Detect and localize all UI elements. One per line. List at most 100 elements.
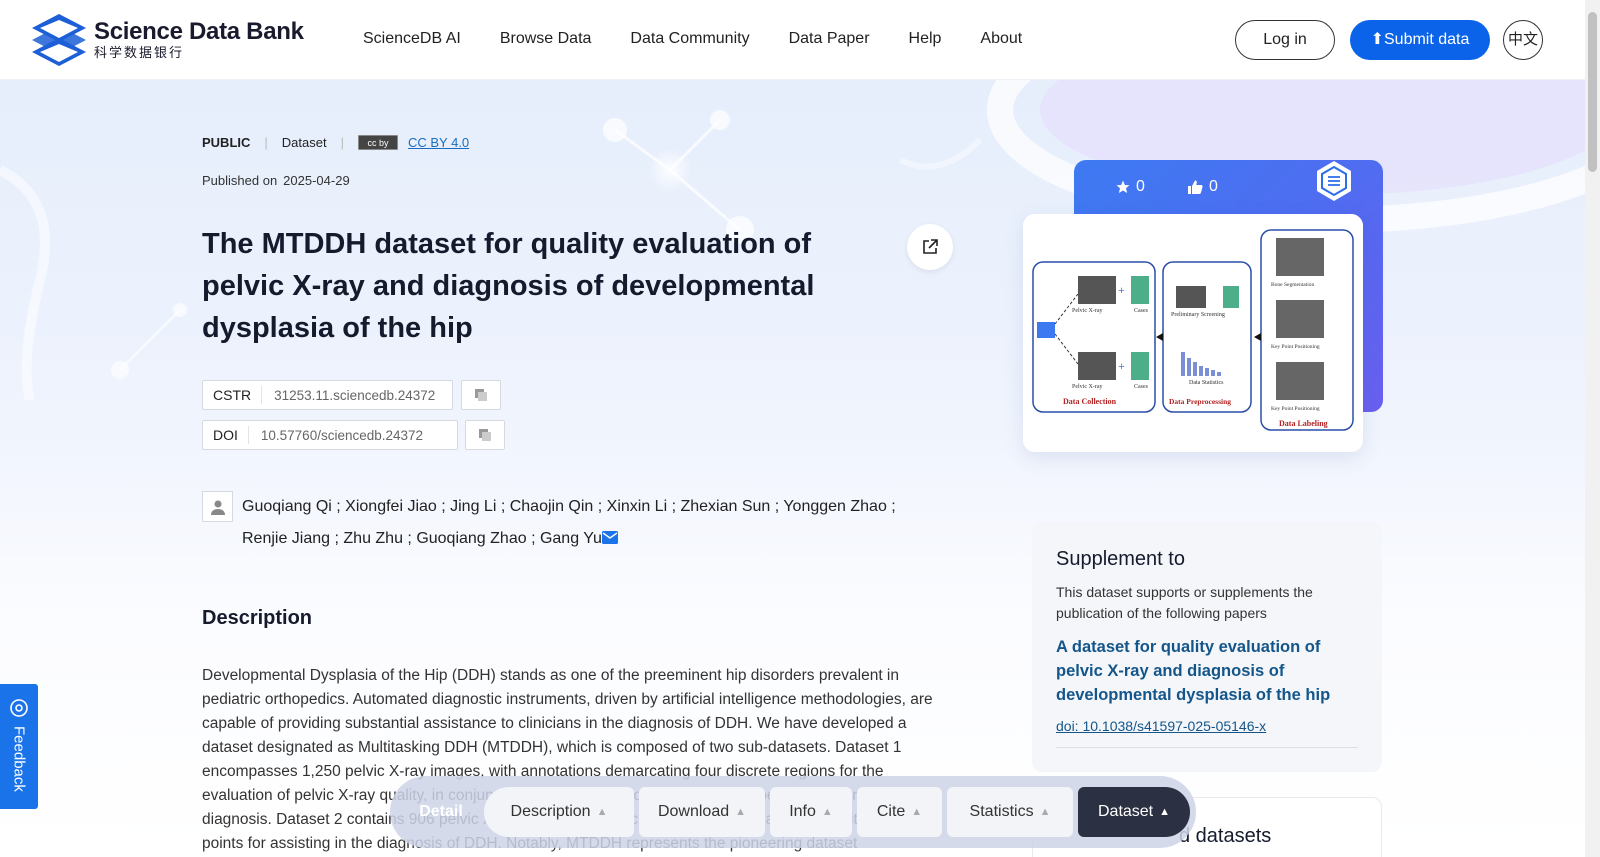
divider bbox=[1056, 747, 1358, 748]
tab-statistics[interactable]: Statistics ▲ bbox=[947, 787, 1073, 837]
cstr-label: CSTR bbox=[203, 386, 263, 404]
figure-label: Pelvic X-ray bbox=[1072, 308, 1103, 314]
chevron-up-icon: ▲ bbox=[821, 806, 833, 818]
figure-label: Cases bbox=[1134, 308, 1149, 314]
sciencedb-badge-icon bbox=[1317, 161, 1351, 201]
login-button[interactable]: Log in bbox=[1235, 20, 1335, 60]
figure-label: Cases bbox=[1134, 384, 1149, 390]
chevron-up-icon: ▲ bbox=[911, 806, 923, 818]
copy-icon bbox=[475, 389, 487, 401]
chevron-up-icon: ▲ bbox=[735, 806, 747, 818]
chevron-up-icon: ▲ bbox=[1039, 806, 1051, 818]
like-count[interactable]: 0 bbox=[1188, 178, 1218, 196]
dataset-workflow-figure: + + Pelvic X-ray Cases Pelvic X-ray Case… bbox=[1023, 214, 1363, 452]
tab-description[interactable]: Description ▲ bbox=[484, 787, 634, 837]
figure-label: Preliminary Screening bbox=[1171, 312, 1225, 318]
person-icon bbox=[202, 491, 233, 522]
license-link[interactable]: CC BY 4.0 bbox=[408, 135, 469, 150]
page-scrollbar[interactable] bbox=[1585, 0, 1600, 857]
feedback-button[interactable]: Feedback bbox=[0, 684, 38, 809]
tab-label: Info bbox=[789, 803, 816, 820]
figure-label: Pelvic X-ray bbox=[1072, 384, 1103, 390]
figure-label: Key Point Positioning bbox=[1271, 344, 1320, 350]
svg-text:+: + bbox=[1118, 283, 1125, 297]
author-list: Guoqiang Qi ; Xiongfei Jiao ; Jing Li ; … bbox=[242, 491, 922, 555]
feedback-label: Feedback bbox=[10, 726, 28, 792]
site-logo[interactable]: Science Data Bank 科学数据银行 bbox=[30, 12, 304, 68]
tab-label: Cite bbox=[876, 803, 906, 820]
star-count[interactable]: 0 bbox=[1116, 178, 1145, 196]
tab-label: Statistics bbox=[969, 803, 1034, 820]
detail-label: Detail bbox=[419, 803, 463, 820]
nav-help[interactable]: Help bbox=[909, 30, 942, 48]
published-date: Published on 2025-04-29 bbox=[202, 173, 350, 188]
svg-text:+: + bbox=[1118, 359, 1125, 373]
supplement-text: This dataset supports or supplements the… bbox=[1056, 584, 1313, 621]
cstr-value[interactable]: 31253.11.sciencedb.24372 bbox=[262, 388, 447, 403]
cc-license-icon: cc by bbox=[357, 135, 398, 150]
published-label: Published on bbox=[202, 173, 278, 188]
star-count-value: 0 bbox=[1136, 178, 1145, 195]
tab-dataset[interactable]: Dataset ▲ bbox=[1078, 787, 1190, 837]
language-switch-button[interactable]: 中文 bbox=[1503, 20, 1543, 60]
supplement-doi-link[interactable]: doi: 10.1038/s41597-025-05146-x bbox=[1056, 718, 1266, 734]
tab-label: Description bbox=[510, 803, 591, 820]
share-button[interactable] bbox=[907, 224, 953, 270]
tab-label: Download bbox=[657, 803, 730, 820]
logo-subtitle: 科学数据银行 bbox=[94, 45, 185, 60]
tab-cite[interactable]: Cite ▲ bbox=[857, 787, 942, 837]
dataset-thumbnail[interactable]: + + Pelvic X-ray Cases Pelvic X-ray Case… bbox=[1023, 214, 1363, 452]
authors-text[interactable]: Guoqiang Qi ; Xiongfei Jiao ; Jing Li ; … bbox=[242, 498, 896, 547]
figure-label: Data Collection bbox=[1063, 397, 1117, 406]
nav-data-community[interactable]: Data Community bbox=[630, 30, 749, 48]
thumbs-up-icon bbox=[1188, 180, 1203, 194]
meta-divider: | bbox=[340, 135, 344, 150]
figure-label: Key Point Positioning bbox=[1271, 406, 1320, 412]
star-icon bbox=[1116, 180, 1130, 193]
doi-value[interactable]: 10.57760/sciencedb.24372 bbox=[249, 428, 435, 443]
related-datasets-title: d datasets bbox=[1179, 825, 1272, 847]
top-header: Science Data Bank 科学数据银行 ScienceDB AI Br… bbox=[0, 0, 1585, 80]
supplement-paper-link[interactable]: A dataset for quality evaluation of pelv… bbox=[1056, 635, 1356, 707]
bottom-section-nav: Detail Description ▲ Download ▲ Info ▲ Cite… bbox=[390, 776, 1196, 848]
scrollbar-thumb[interactable] bbox=[1588, 12, 1597, 172]
doi-field: DOI 10.57760/sciencedb.24372 bbox=[202, 420, 458, 450]
email-icon[interactable] bbox=[601, 531, 618, 544]
copy-icon bbox=[479, 429, 491, 441]
like-count-value: 0 bbox=[1209, 178, 1218, 195]
cstr-field: CSTR 31253.11.sciencedb.24372 bbox=[202, 380, 453, 410]
dataset-title: The MTDDH dataset for quality evaluation… bbox=[202, 228, 815, 344]
nav-browse-data[interactable]: Browse Data bbox=[500, 30, 592, 48]
main-nav: ScienceDB AI Browse Data Data Community … bbox=[363, 30, 1061, 48]
tab-info[interactable]: Info ▲ bbox=[770, 787, 852, 837]
nav-sciencedb-ai[interactable]: ScienceDB AI bbox=[363, 30, 461, 48]
figure-label: Data Statistics bbox=[1189, 380, 1224, 386]
tab-download[interactable]: Download ▲ bbox=[639, 787, 765, 837]
description-heading: Description bbox=[202, 607, 313, 629]
logo-title: Science Data Bank bbox=[94, 18, 304, 45]
chevron-up-icon: ▲ bbox=[596, 806, 608, 818]
dataset-type: Dataset bbox=[281, 135, 327, 150]
logo-mark-icon bbox=[32, 14, 86, 66]
figure-label: Data Labeling bbox=[1279, 419, 1328, 428]
doi-label: DOI bbox=[203, 426, 249, 444]
submit-data-label: Submit data bbox=[1384, 31, 1470, 48]
nav-data-paper[interactable]: Data Paper bbox=[789, 30, 870, 48]
nav-about[interactable]: About bbox=[980, 30, 1022, 48]
tab-label: Dataset bbox=[1097, 803, 1154, 820]
copy-doi-button[interactable] bbox=[465, 420, 505, 450]
supplement-title: Supplement to bbox=[1056, 548, 1185, 570]
supplement-card: Supplement to This dataset supports or s… bbox=[1032, 522, 1382, 772]
copy-cstr-button[interactable] bbox=[461, 380, 501, 410]
figure-label: Data Preprocessing bbox=[1169, 397, 1231, 406]
published-value: 2025-04-29 bbox=[283, 173, 350, 188]
dataset-meta: PUBLIC | Dataset | cc by CC BY 4.0 bbox=[202, 135, 469, 150]
figure-label: Bone Segmentation bbox=[1271, 282, 1314, 288]
upload-icon: ⬆ bbox=[1370, 31, 1384, 48]
feedback-icon bbox=[10, 699, 28, 717]
visibility-badge: PUBLIC bbox=[202, 135, 251, 150]
submit-data-button[interactable]: ⬆Submit data bbox=[1350, 20, 1490, 60]
chevron-up-icon: ▲ bbox=[1159, 806, 1171, 818]
meta-divider: | bbox=[264, 135, 268, 150]
external-link-icon bbox=[923, 239, 938, 254]
